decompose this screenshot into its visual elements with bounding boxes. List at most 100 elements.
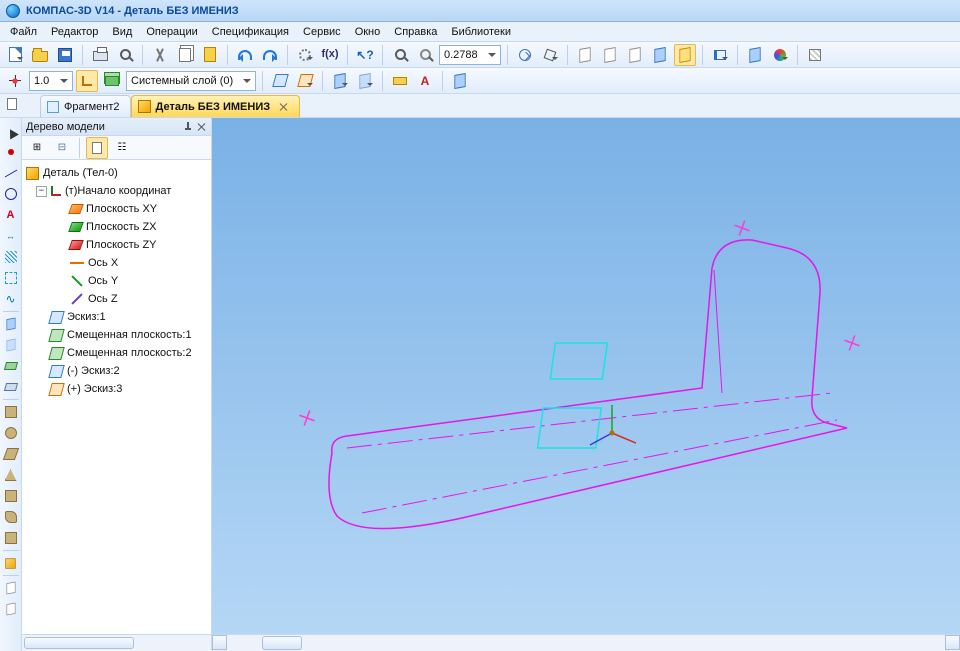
view-shaded-button[interactable] bbox=[649, 44, 671, 66]
scroll-left-icon[interactable] bbox=[212, 635, 227, 650]
new-button[interactable] bbox=[4, 44, 26, 66]
tool-op6[interactable] bbox=[2, 508, 20, 526]
sketch-button[interactable] bbox=[269, 70, 291, 92]
tool-line[interactable] bbox=[2, 164, 20, 182]
assembly-button[interactable] bbox=[449, 70, 471, 92]
tree-axis-y[interactable]: Ось Y bbox=[26, 272, 209, 290]
view-hidden-button[interactable] bbox=[599, 44, 621, 66]
close-tab-icon[interactable] bbox=[279, 102, 289, 112]
view-nohidden-button[interactable] bbox=[624, 44, 646, 66]
step-combo[interactable]: 1.0 bbox=[29, 71, 73, 91]
layer-combo[interactable]: Системный слой (0) bbox=[126, 71, 256, 91]
menu-view[interactable]: Вид bbox=[106, 24, 138, 40]
tool-dim[interactable]: ↔ bbox=[2, 227, 20, 245]
tool-lib[interactable] bbox=[2, 554, 20, 572]
macro-button[interactable] bbox=[294, 44, 316, 66]
rebuild-button[interactable] bbox=[804, 44, 826, 66]
tree-sketch3[interactable]: (+) Эскиз:3 bbox=[26, 380, 209, 398]
tool-cut-s[interactable] bbox=[2, 336, 20, 354]
zoom-in-button[interactable] bbox=[389, 44, 411, 66]
tree-mode2-button[interactable]: ⊟ bbox=[51, 137, 73, 159]
perspective-button[interactable] bbox=[709, 44, 731, 66]
scroll-right-icon[interactable] bbox=[945, 635, 960, 650]
panel-hscroll[interactable] bbox=[22, 634, 211, 651]
tool-op3[interactable] bbox=[2, 445, 20, 463]
menu-service[interactable]: Сервис bbox=[297, 24, 347, 40]
rotate-button[interactable] bbox=[514, 44, 536, 66]
tool-text[interactable]: A bbox=[2, 206, 20, 224]
measure-button[interactable] bbox=[389, 70, 411, 92]
layers-button[interactable] bbox=[101, 70, 123, 92]
tool-op5[interactable] bbox=[2, 487, 20, 505]
paste-button[interactable] bbox=[199, 44, 221, 66]
menu-spec[interactable]: Спецификация bbox=[206, 24, 295, 40]
tab-part[interactable]: Деталь БЕЗ ИМЕНИЗ bbox=[131, 95, 301, 117]
tree-mode4-button[interactable]: ☷ bbox=[111, 137, 133, 159]
tree-mode1-button[interactable]: ⊞ bbox=[26, 137, 48, 159]
extrude-button[interactable] bbox=[329, 70, 351, 92]
copy-button[interactable] bbox=[174, 44, 196, 66]
tool-bottom1[interactable] bbox=[2, 579, 20, 597]
save-button[interactable] bbox=[54, 44, 76, 66]
help-context-button[interactable]: ↖? bbox=[354, 44, 376, 66]
pin-icon[interactable] bbox=[183, 122, 193, 132]
tree-mode3-button[interactable] bbox=[86, 137, 108, 159]
tool-bottom2[interactable] bbox=[2, 600, 20, 618]
menu-ops[interactable]: Операции bbox=[140, 24, 203, 40]
tool-point[interactable] bbox=[2, 143, 20, 161]
tool-op2[interactable] bbox=[2, 424, 20, 442]
scroll-thumb[interactable] bbox=[24, 637, 134, 649]
zoom-out-button[interactable] bbox=[414, 44, 436, 66]
tree-sketch1[interactable]: Эскиз:1 bbox=[26, 308, 209, 326]
view-shaded-edges-button[interactable] bbox=[674, 44, 696, 66]
tool-hatch[interactable] bbox=[2, 248, 20, 266]
tool-circle[interactable] bbox=[2, 185, 20, 203]
menu-file[interactable]: Файл bbox=[4, 24, 43, 40]
section-button[interactable] bbox=[744, 44, 766, 66]
menu-libs[interactable]: Библиотеки bbox=[445, 24, 517, 40]
tree-root[interactable]: Деталь (Тел-0) bbox=[26, 164, 209, 182]
tree-axis-z[interactable]: Ось Z bbox=[26, 290, 209, 308]
open-button[interactable] bbox=[29, 44, 51, 66]
tree-plane-zx[interactable]: Плоскость ZX bbox=[26, 218, 209, 236]
tree-axis-x[interactable]: Ось X bbox=[26, 254, 209, 272]
close-panel-icon[interactable] bbox=[197, 122, 207, 132]
snap-button[interactable] bbox=[4, 70, 26, 92]
view-wire-button[interactable] bbox=[574, 44, 596, 66]
model-tree[interactable]: Деталь (Тел-0) −(т)Начало координат Плос… bbox=[22, 160, 211, 634]
tree-plane-xy[interactable]: Плоскость XY bbox=[26, 200, 209, 218]
cut-button[interactable] bbox=[149, 44, 171, 66]
tool-op4[interactable] bbox=[2, 466, 20, 484]
sketch-mode-button[interactable] bbox=[294, 70, 316, 92]
menu-window[interactable]: Окно bbox=[349, 24, 387, 40]
tab-nav-button[interactable] bbox=[4, 96, 20, 112]
tree-plane-zy[interactable]: Плоскость ZY bbox=[26, 236, 209, 254]
tree-offsetplane2[interactable]: Смещенная плоскость:2 bbox=[26, 344, 209, 362]
tool-op7[interactable] bbox=[2, 529, 20, 547]
appearance-button[interactable] bbox=[769, 44, 791, 66]
tree-offsetplane1[interactable]: Смещенная плоскость:1 bbox=[26, 326, 209, 344]
viewport-hscroll[interactable] bbox=[212, 634, 960, 651]
tree-origin[interactable]: −(т)Начало координат bbox=[26, 182, 209, 200]
undo-button[interactable] bbox=[234, 44, 256, 66]
tool-spline[interactable]: ∿ bbox=[2, 290, 20, 308]
tool-extrude-s[interactable] bbox=[2, 315, 20, 333]
tab-fragment[interactable]: Фрагмент2 bbox=[40, 95, 131, 117]
print-preview-button[interactable] bbox=[114, 44, 136, 66]
collapse-icon[interactable]: − bbox=[36, 186, 47, 197]
redo-button[interactable] bbox=[259, 44, 281, 66]
tool-op1[interactable] bbox=[2, 403, 20, 421]
viewport-3d[interactable] bbox=[212, 118, 960, 651]
orient-button[interactable] bbox=[539, 44, 561, 66]
tool-constr[interactable] bbox=[2, 269, 20, 287]
menu-help[interactable]: Справка bbox=[388, 24, 443, 40]
fx-button[interactable]: f(x) bbox=[319, 44, 341, 66]
tree-sketch2[interactable]: (-) Эскиз:2 bbox=[26, 362, 209, 380]
tool-surf1[interactable] bbox=[2, 357, 20, 375]
zoom-combo[interactable]: 0.2788 bbox=[439, 45, 501, 65]
tool-select[interactable] bbox=[2, 122, 20, 140]
text-button[interactable]: A bbox=[414, 70, 436, 92]
menu-editor[interactable]: Редактор bbox=[45, 24, 104, 40]
ortho-button[interactable] bbox=[76, 70, 98, 92]
scroll-thumb[interactable] bbox=[262, 636, 302, 650]
